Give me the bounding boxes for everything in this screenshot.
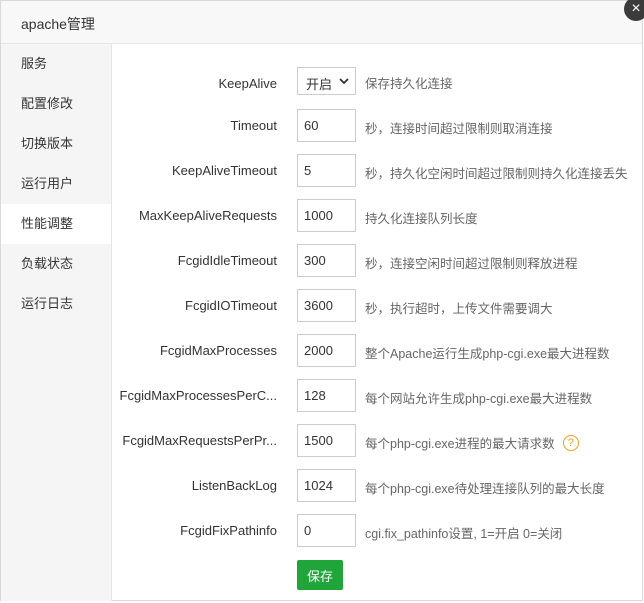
form-row-listen-backlog: ListenBackLog 每个php-cgi.exe待处理连接队列的最大长度	[113, 469, 642, 503]
fcgid-max-requests-per-process-desc-text: 每个php-cgi.exe进程的最大请求数	[365, 437, 555, 451]
form-row-fcgid-max-processes-per-class: FcgidMaxProcessesPerC... 每个网站允许生成php-cgi…	[113, 379, 642, 413]
timeout-desc: 秒，连接时间超过限制则取消连接	[365, 122, 553, 136]
fcgid-fix-pathinfo-input[interactable]	[297, 514, 356, 547]
listen-backlog-input[interactable]	[297, 469, 356, 502]
dialog-title: apache管理	[21, 16, 95, 32]
form-row-fcgid-idle-timeout: FcgidIdleTimeout 秒，连接空闲时间超过限制则释放进程	[113, 244, 642, 278]
fcgid-max-requests-per-process-label: FcgidMaxRequestsPerPr...	[122, 433, 277, 448]
question-circle-icon[interactable]: ?	[562, 434, 579, 451]
max-keepalive-requests-label: MaxKeepAliveRequests	[138, 208, 277, 223]
keepalive-label: KeepAlive	[218, 76, 277, 91]
listen-backlog-desc: 每个php-cgi.exe待处理连接队列的最大长度	[365, 482, 605, 496]
chevron-down-icon	[339, 78, 349, 85]
fcgid-idle-timeout-label: FcgidIdleTimeout	[177, 253, 277, 268]
sidebar: 服务 配置修改 切换版本 运行用户 性能调整 负载状态 运行日志	[1, 44, 112, 601]
form-row-fcgid-max-requests-per-process: FcgidMaxRequestsPerPr... 每个php-cgi.exe进程…	[113, 424, 642, 458]
keepalive-timeout-desc: 秒，持久化空闲时间超过限制则持久化连接丢失	[365, 167, 628, 181]
fcgid-max-processes-per-class-input[interactable]	[297, 379, 356, 412]
fcgid-io-timeout-desc: 秒，执行超时，上传文件需要调大	[365, 302, 553, 316]
fcgid-max-processes-per-class-desc: 每个网站允许生成php-cgi.exe最大进程数	[365, 392, 593, 406]
sidebar-item-run-log[interactable]: 运行日志	[1, 284, 111, 324]
timeout-input[interactable]	[297, 109, 356, 142]
fcgid-fix-pathinfo-label: FcgidFixPathinfo	[180, 523, 277, 538]
max-keepalive-requests-input[interactable]	[297, 199, 356, 232]
keepalive-timeout-label: KeepAliveTimeout	[171, 163, 277, 178]
keepalive-select[interactable]: 开启	[297, 67, 356, 95]
form-row-max-keepalive-requests: MaxKeepAliveRequests 持久化连接队列长度	[113, 199, 642, 233]
sidebar-item-performance[interactable]: 性能调整	[1, 204, 111, 244]
form-row-keepalive-timeout: KeepAliveTimeout 秒，持久化空闲时间超过限制则持久化连接丢失	[113, 154, 642, 188]
form-row-fcgid-max-processes: FcgidMaxProcesses 整个Apache运行生成php-cgi.ex…	[113, 334, 642, 368]
fcgid-max-processes-label: FcgidMaxProcesses	[159, 343, 277, 358]
sidebar-item-service[interactable]: 服务	[1, 44, 111, 84]
form-row-fcgid-io-timeout: FcgidIOTimeout 秒，执行超时，上传文件需要调大	[113, 289, 642, 323]
fcgid-io-timeout-label: FcgidIOTimeout	[185, 298, 277, 313]
fcgid-fix-pathinfo-desc: cgi.fix_pathinfo设置, 1=开启 0=关闭	[365, 527, 563, 541]
form-row-keepalive: KeepAlive 开启 保存持久化连接	[113, 67, 642, 101]
keepalive-desc: 保存持久化连接	[365, 77, 453, 91]
fcgid-max-processes-input[interactable]	[297, 334, 356, 367]
fcgid-max-requests-per-process-desc: 每个php-cgi.exe进程的最大请求数?	[365, 433, 579, 453]
fcgid-max-processes-per-class-label: FcgidMaxProcessesPerC...	[119, 388, 278, 403]
close-icon[interactable]: ×	[624, 0, 644, 21]
keepalive-select-value: 开启	[306, 77, 333, 92]
sidebar-item-config[interactable]: 配置修改	[1, 84, 111, 124]
dialog-title-bar: apache管理	[1, 1, 642, 44]
sidebar-item-run-user[interactable]: 运行用户	[1, 164, 111, 204]
form-row-timeout: Timeout 秒，连接时间超过限制则取消连接	[113, 109, 642, 143]
timeout-label: Timeout	[230, 118, 277, 133]
sidebar-item-switch-version[interactable]: 切换版本	[1, 124, 111, 164]
fcgid-max-requests-per-process-input[interactable]	[297, 424, 356, 457]
apache-manager-dialog: apache管理 服务 配置修改 切换版本 运行用户 性能调整 负载状态 运行日…	[0, 0, 643, 601]
max-keepalive-requests-desc: 持久化连接队列长度	[365, 212, 478, 226]
listen-backlog-label: ListenBackLog	[191, 478, 277, 493]
sidebar-item-load-status[interactable]: 负载状态	[1, 244, 111, 284]
fcgid-io-timeout-input[interactable]	[297, 289, 356, 322]
form-row-fcgid-fix-pathinfo: FcgidFixPathinfo cgi.fix_pathinfo设置, 1=开…	[113, 514, 642, 548]
keepalive-timeout-input[interactable]	[297, 154, 356, 187]
fcgid-max-processes-desc: 整个Apache运行生成php-cgi.exe最大进程数	[365, 347, 610, 361]
fcgid-idle-timeout-desc: 秒，连接空闲时间超过限制则释放进程	[365, 257, 578, 271]
fcgid-idle-timeout-input[interactable]	[297, 244, 356, 277]
save-button[interactable]: 保存	[297, 560, 343, 590]
